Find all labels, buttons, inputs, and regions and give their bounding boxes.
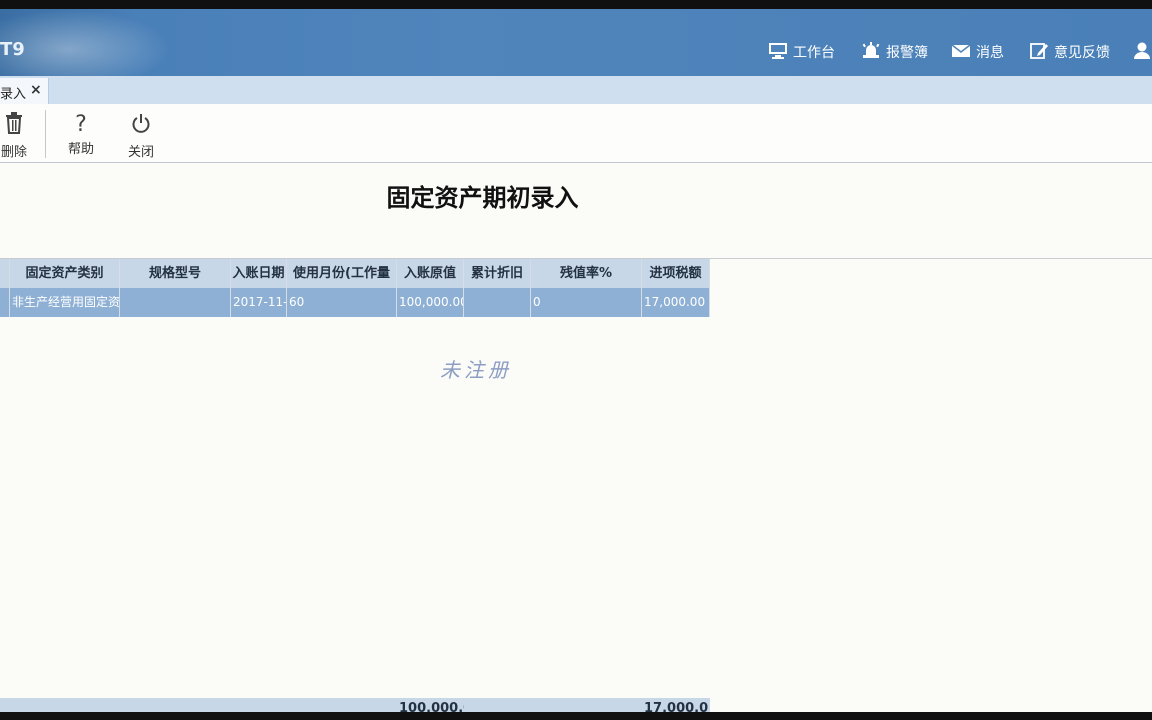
- cell-depreciation[interactable]: [464, 288, 531, 317]
- column-header-residual-rate[interactable]: 残值率%: [531, 259, 642, 288]
- cell-original-value[interactable]: 100,000.00: [397, 288, 464, 317]
- row-marker[interactable]: [0, 288, 10, 317]
- top-border: [0, 0, 1152, 9]
- trash-icon: [0, 112, 28, 141]
- column-header-date[interactable]: 入账日期: [231, 259, 287, 288]
- nav-feedback[interactable]: 意见反馈: [1030, 42, 1110, 62]
- feedback-icon: [1030, 42, 1049, 63]
- bottom-border: [0, 712, 1152, 720]
- unregistered-watermark: 未注册: [440, 358, 512, 382]
- total-input-tax: 17,000.0: [644, 701, 709, 712]
- logo-swoosh: [0, 9, 170, 76]
- cell-spec[interactable]: [120, 288, 231, 317]
- tab-label: 录入: [0, 87, 27, 102]
- nav-messages[interactable]: 消息: [951, 42, 1004, 62]
- delete-button[interactable]: 删除: [0, 112, 28, 160]
- user-icon: [1133, 42, 1152, 63]
- nav-alarm[interactable]: 报警簿: [861, 41, 928, 63]
- mail-icon: [951, 43, 971, 62]
- page-title: 固定资产期初录入: [386, 183, 579, 212]
- nav-alarm-label: 报警簿: [886, 45, 928, 61]
- grid-totals: 100,000.0 17,000.0: [0, 698, 710, 712]
- nav-messages-label: 消息: [976, 45, 1004, 61]
- tab-asset-entry[interactable]: 录入 ×: [0, 78, 49, 104]
- close-icon[interactable]: ×: [30, 82, 42, 98]
- monitor-icon: [768, 42, 788, 63]
- user-menu[interactable]: [1133, 42, 1152, 62]
- cell-input-tax[interactable]: 17,000.00: [642, 288, 710, 317]
- help-icon: ?: [75, 112, 87, 137]
- column-header-category[interactable]: 固定资产类别: [10, 259, 120, 288]
- alarm-icon: [861, 41, 881, 63]
- column-header-spec[interactable]: 规格型号: [120, 259, 231, 288]
- close-button[interactable]: 关闭: [126, 112, 156, 160]
- cell-residual-rate[interactable]: 0: [531, 288, 642, 317]
- column-header-months[interactable]: 使用月份(工作量: [287, 259, 397, 288]
- cell-months[interactable]: 60: [287, 288, 397, 317]
- power-icon: [126, 112, 156, 141]
- cell-category[interactable]: 非生产经营用固定资: [10, 288, 120, 317]
- help-button[interactable]: ? 帮助: [66, 112, 96, 157]
- cell-date[interactable]: 2017-11-: [231, 288, 287, 317]
- column-header-input-tax[interactable]: 进项税额: [642, 259, 710, 288]
- app-header: T9 工作台 报警簿 消息 意见反馈: [0, 9, 1152, 76]
- tab-bar: 录入 ×: [0, 76, 1152, 105]
- nav-feedback-label: 意见反馈: [1054, 45, 1110, 61]
- close-label: 关闭: [127, 145, 154, 160]
- toolbar: 删除 ? 帮助 关闭: [0, 104, 1152, 163]
- total-original-value: 100,000.0: [399, 701, 464, 712]
- app-logo: T9: [0, 39, 25, 60]
- nav-workbench[interactable]: 工作台: [768, 42, 835, 62]
- nav-workbench-label: 工作台: [793, 45, 835, 61]
- row-marker-header: [0, 259, 10, 288]
- delete-label: 删除: [0, 145, 27, 160]
- help-label: 帮助: [67, 142, 94, 157]
- column-header-depreciation[interactable]: 累计折旧: [464, 259, 531, 288]
- toolbar-separator: [45, 110, 46, 158]
- column-header-original-value[interactable]: 入账原值: [397, 259, 464, 288]
